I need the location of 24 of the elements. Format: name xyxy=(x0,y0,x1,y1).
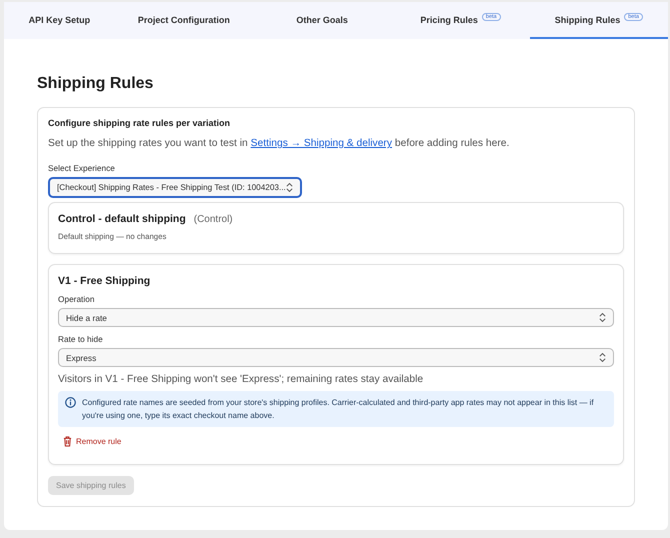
chevron-icon xyxy=(599,312,606,323)
select-field[interactable]: Express xyxy=(58,348,614,367)
info-text: Configured rate names are seeded from your store's shipping profiles. Carrier-calculated and third-party app rates may not appear in this list — if you're using one, type its exact checkout name above. xyxy=(82,397,595,422)
remove-rule-button[interactable]: Remove rule xyxy=(58,434,126,449)
trash-icon xyxy=(63,436,72,447)
tab[interactable]: API Key Setup xyxy=(4,2,115,39)
info-icon xyxy=(65,396,76,408)
variation-tag: (Control) xyxy=(194,214,233,225)
variation-name: V1 - Free Shipping xyxy=(58,275,150,287)
tab[interactable]: Project Configuration xyxy=(114,2,253,39)
select-field[interactable]: [Checkout] Shipping Rates - Free Shipping Test (ID: 1004203... xyxy=(48,177,302,198)
intro-text: Set up the shipping rates you want to test in Settings → Shipping & delivery before adding rules here. xyxy=(48,138,510,149)
field-label: Select Experience xyxy=(48,163,116,173)
chevron-icon xyxy=(599,352,606,363)
chevron-icon xyxy=(286,182,293,193)
select-field[interactable]: Hide a rate xyxy=(58,308,614,327)
variation-name: Control - default shipping xyxy=(58,213,186,225)
field-label: Rate to hide xyxy=(58,334,104,344)
field-label: Operation xyxy=(58,294,96,304)
settings-link[interactable]: Settings → Shipping & delivery xyxy=(250,138,392,149)
tab[interactable]: Other Goals xyxy=(253,2,392,39)
rule-summary: Visitors in V1 - Free Shipping won't see 'Express'; remaining rates stay available xyxy=(58,374,424,385)
card-title: Configure shipping rate rules per variation xyxy=(48,118,232,128)
page-title: Shipping Rules xyxy=(37,75,154,93)
